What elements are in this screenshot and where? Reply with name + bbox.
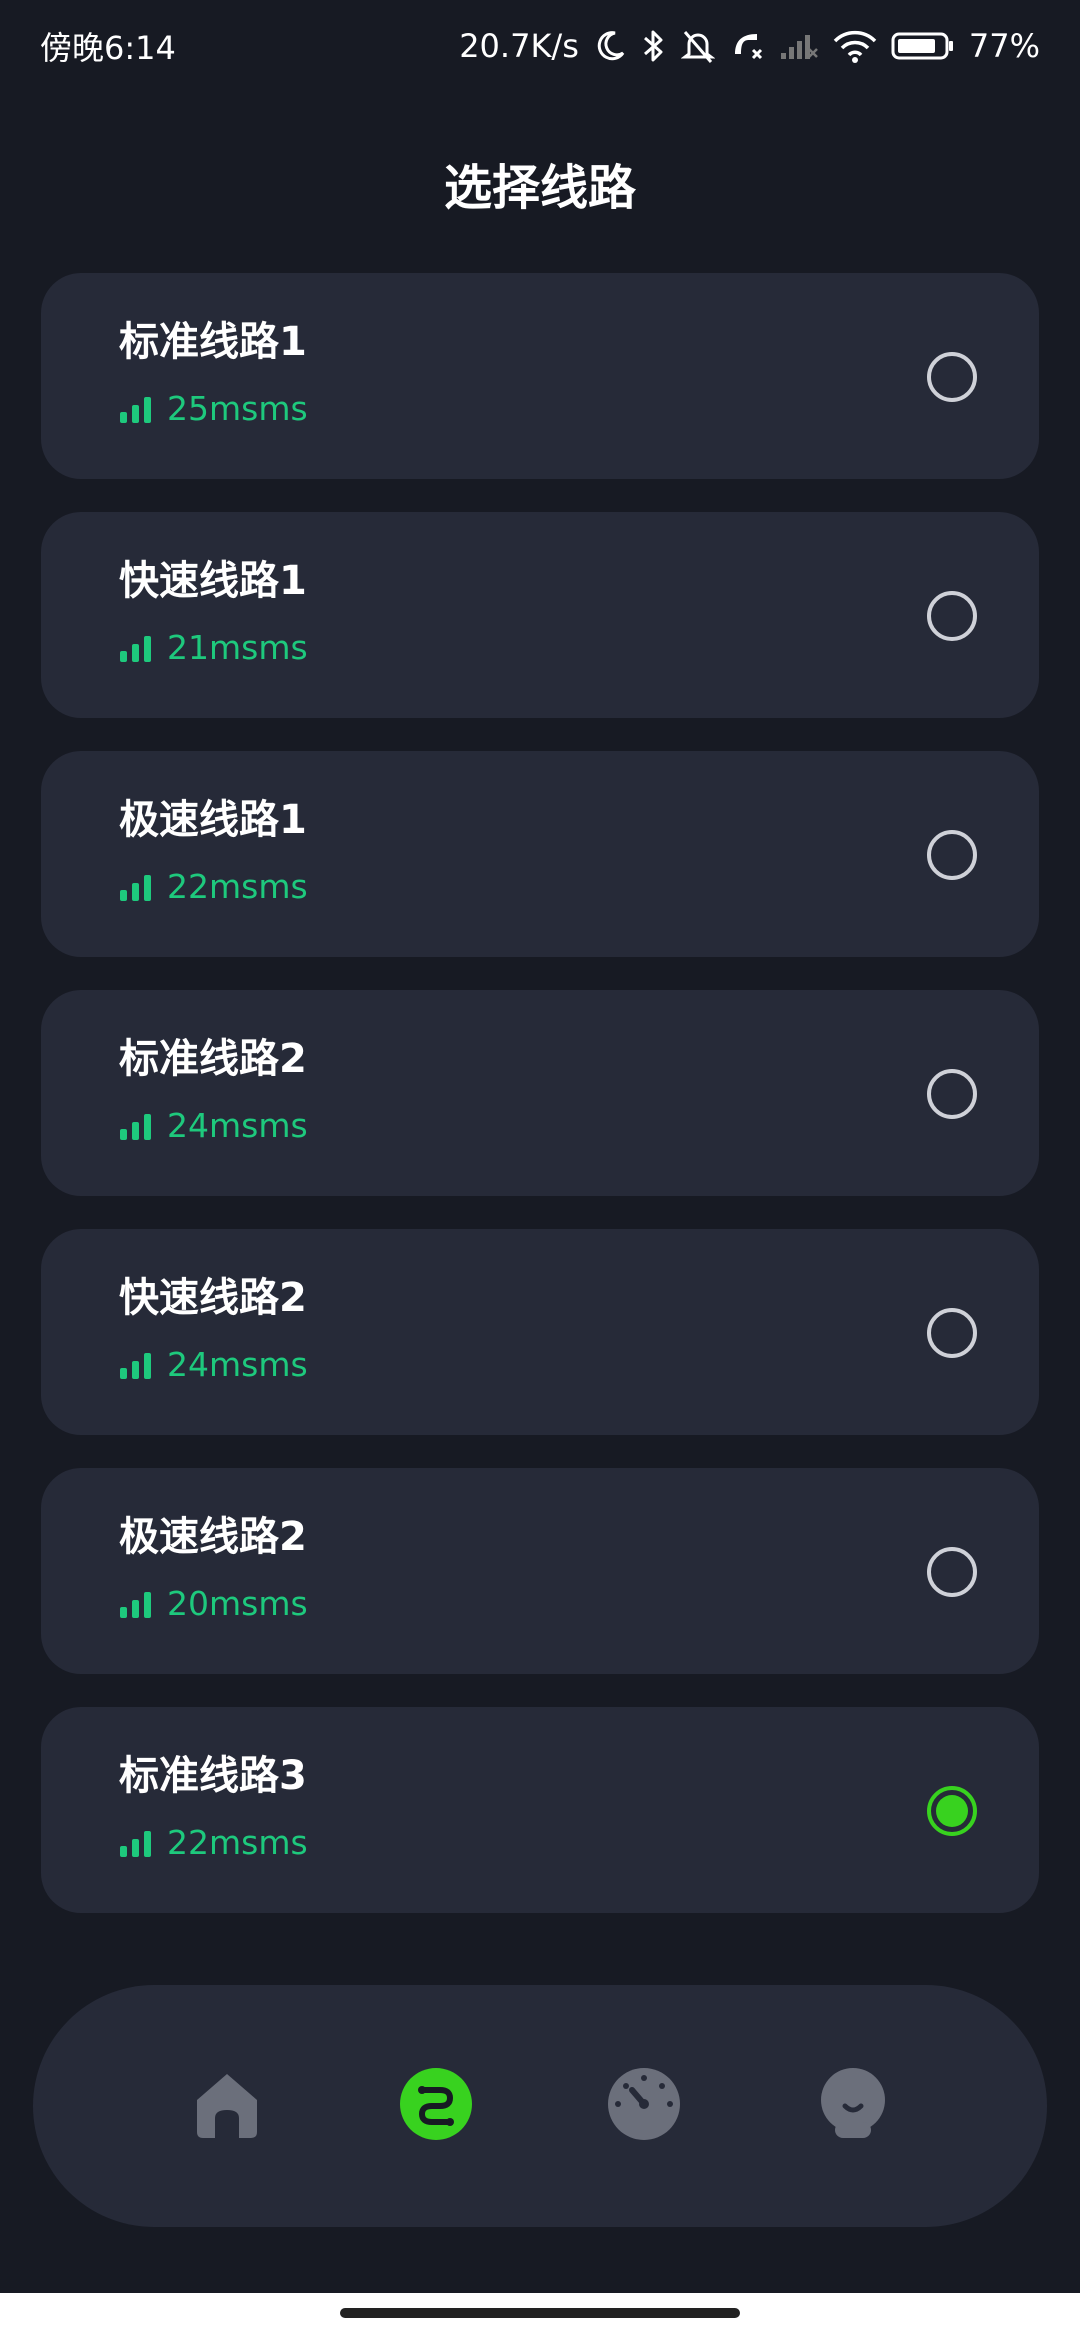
wifi-icon bbox=[833, 29, 877, 63]
signal-bars-icon bbox=[119, 1350, 155, 1380]
latency-value: 24msms bbox=[167, 1345, 308, 1384]
latency-value: 22msms bbox=[167, 1823, 308, 1862]
battery-level: 77% bbox=[968, 27, 1040, 65]
route-select-screen: 傍晚6:14 20.7K/s 77% 选择线路 标准线路1 25msms 快速线… bbox=[0, 0, 1080, 2340]
signal-bars-icon bbox=[119, 394, 155, 424]
nav-home[interactable] bbox=[187, 2066, 267, 2146]
route-name: 极速线路2 bbox=[119, 1514, 307, 1560]
latency-value: 22msms bbox=[167, 867, 308, 906]
network-speed: 20.7K/s bbox=[459, 27, 579, 65]
route-latency: 22msms bbox=[119, 1823, 308, 1863]
latency-value: 24msms bbox=[167, 1106, 308, 1145]
call-off-icon bbox=[729, 28, 765, 64]
route-radio-selected[interactable] bbox=[927, 1786, 977, 1836]
bluetooth-icon bbox=[641, 28, 667, 64]
route-latency: 22msms bbox=[119, 867, 308, 907]
route-card[interactable]: 标准线路2 24msms bbox=[41, 990, 1039, 1196]
route-latency: 24msms bbox=[119, 1345, 308, 1385]
moon-icon bbox=[593, 29, 627, 63]
route-latency: 25msms bbox=[119, 389, 308, 429]
status-time: 傍晚6:14 bbox=[40, 29, 176, 67]
signal-bars-icon bbox=[119, 633, 155, 663]
route-card[interactable]: 极速线路1 22msms bbox=[41, 751, 1039, 957]
route-latency: 24msms bbox=[119, 1106, 308, 1146]
profile-icon bbox=[815, 2066, 891, 2146]
signal-bars-icon bbox=[119, 1589, 155, 1619]
route-card[interactable]: 快速线路2 24msms bbox=[41, 1229, 1039, 1435]
signal-bars-icon bbox=[119, 1828, 155, 1858]
page-title: 选择线路 bbox=[443, 160, 636, 216]
route-name: 标准线路1 bbox=[119, 319, 307, 365]
route-latency: 20msms bbox=[119, 1584, 308, 1624]
gesture-bar-area bbox=[0, 2293, 1080, 2340]
nav-route[interactable] bbox=[396, 2066, 476, 2146]
route-name: 快速线路1 bbox=[119, 558, 307, 604]
route-card-selected[interactable]: 标准线路3 22msms bbox=[41, 1707, 1039, 1913]
speedometer-icon bbox=[606, 2066, 682, 2146]
status-right: 20.7K/s 77% bbox=[459, 27, 1040, 65]
home-indicator[interactable] bbox=[340, 2308, 740, 2318]
latency-value: 20msms bbox=[167, 1584, 308, 1623]
route-list: 标准线路1 25msms 快速线路1 21msms 极速线路1 22msms 标… bbox=[41, 273, 1039, 1946]
bell-muted-icon bbox=[680, 28, 715, 64]
latency-value: 25msms bbox=[167, 389, 308, 428]
route-card[interactable]: 标准线路1 25msms bbox=[41, 273, 1039, 479]
signal-bars-icon bbox=[119, 872, 155, 902]
bottom-nav bbox=[33, 1985, 1047, 2227]
route-radio[interactable] bbox=[927, 591, 977, 641]
cellular-signal-icon bbox=[779, 31, 819, 61]
route-radio[interactable] bbox=[927, 830, 977, 880]
status-bar: 傍晚6:14 20.7K/s 77% bbox=[0, 0, 1080, 92]
route-icon bbox=[398, 2066, 474, 2146]
route-radio[interactable] bbox=[927, 1069, 977, 1119]
route-card[interactable]: 极速线路2 20msms bbox=[41, 1468, 1039, 1674]
route-radio[interactable] bbox=[927, 1547, 977, 1597]
status-left: 傍晚6:14 bbox=[40, 23, 176, 69]
nav-profile[interactable] bbox=[813, 2066, 893, 2146]
route-card[interactable]: 快速线路1 21msms bbox=[41, 512, 1039, 718]
route-radio[interactable] bbox=[927, 352, 977, 402]
signal-bars-icon bbox=[119, 1111, 155, 1141]
latency-value: 21msms bbox=[167, 628, 308, 667]
nav-speed[interactable] bbox=[604, 2066, 684, 2146]
route-latency: 21msms bbox=[119, 628, 308, 668]
route-name: 快速线路2 bbox=[119, 1275, 307, 1321]
route-name: 标准线路3 bbox=[119, 1753, 307, 1799]
battery-icon bbox=[891, 30, 955, 62]
route-radio[interactable] bbox=[927, 1308, 977, 1358]
home-icon bbox=[189, 2066, 265, 2146]
route-name: 标准线路2 bbox=[119, 1036, 307, 1082]
route-name: 极速线路1 bbox=[119, 797, 307, 843]
